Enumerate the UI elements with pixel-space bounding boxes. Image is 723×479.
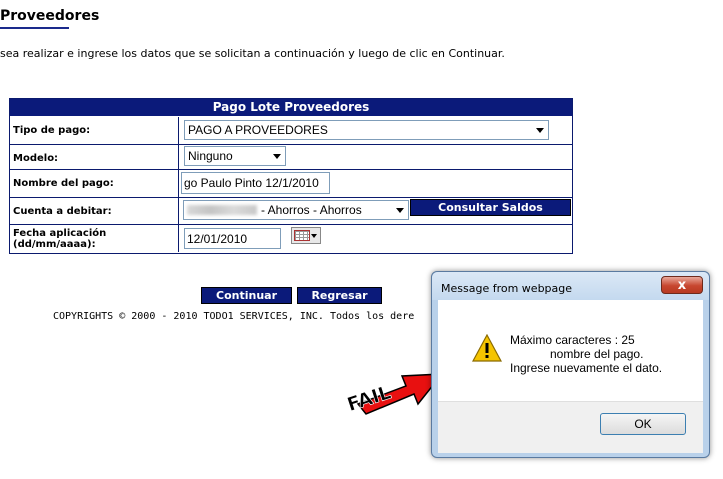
dialog-title: Message from webpage xyxy=(441,282,573,295)
cuenta-select[interactable]: - Ahorros - Ahorros xyxy=(183,200,409,220)
fecha-input[interactable]: 12/01/2010 xyxy=(184,228,281,249)
warning-icon xyxy=(472,334,502,362)
dialog-body: Máximo caracteres : 25 nombre del pago. … xyxy=(438,300,703,401)
close-icon: x xyxy=(677,277,687,293)
calendar-button[interactable] xyxy=(291,227,321,244)
ok-button[interactable]: OK xyxy=(600,413,686,435)
nombre-pago-label: Nombre del pago: xyxy=(10,170,179,197)
modelo-select[interactable]: Ninguno xyxy=(184,146,286,166)
cuenta-value: - Ahorros - Ahorros xyxy=(261,203,362,217)
payment-form: Pago Lote Proveedores Tipo de pago: PAGO… xyxy=(9,98,573,254)
fail-arrow-callout: FAIL xyxy=(344,373,444,416)
masked-account-number xyxy=(187,205,257,215)
tipo-pago-label: Tipo de pago: xyxy=(10,117,179,144)
form-row-cuenta: Cuenta a debitar: - Ahorros - Ahorros Co… xyxy=(10,198,572,225)
form-header: Pago Lote Proveedores xyxy=(10,99,572,116)
message-dialog: Message from webpage x Máximo caracteres… xyxy=(431,271,710,458)
form-row-modelo: Modelo: Ninguno xyxy=(10,145,572,172)
nombre-pago-input[interactable]: go Paulo Pinto 12/1/2010 xyxy=(181,172,330,194)
regresar-button[interactable]: Regresar xyxy=(297,287,382,304)
form-row-nombre-pago: Nombre del pago: go Paulo Pinto 12/1/201… xyxy=(10,170,572,197)
chevron-down-icon xyxy=(536,128,544,133)
dialog-message-line-3: Ingrese nuevamente el dato. xyxy=(510,361,663,375)
chevron-down-icon xyxy=(273,154,281,159)
calendar-icon xyxy=(294,230,310,241)
instructions-text: sea realizar e ingrese los datos que se … xyxy=(0,47,505,60)
consultar-saldos-button[interactable]: Consultar Saldos xyxy=(410,199,571,216)
dialog-message: Máximo caracteres : 25 nombre del pago. … xyxy=(510,333,662,375)
tipo-pago-value: PAGO A PROVEEDORES xyxy=(188,123,328,137)
page-title: Proveedores xyxy=(0,8,99,29)
dialog-message-line-1: Máximo caracteres : 25 xyxy=(510,333,635,347)
form-row-fecha: Fecha aplicación (dd/mm/aaaa): 12/01/201… xyxy=(10,225,572,252)
modelo-label: Modelo: xyxy=(10,145,179,172)
dialog-footer: OK xyxy=(438,401,703,453)
dialog-message-line-2: nombre del pago. xyxy=(510,347,644,361)
dialog-close-button[interactable]: x xyxy=(661,276,703,294)
dialog-titlebar[interactable]: Message from webpage x xyxy=(432,272,709,300)
modelo-value: Ninguno xyxy=(188,149,233,163)
chevron-down-icon xyxy=(311,234,317,238)
tipo-pago-select[interactable]: PAGO A PROVEEDORES xyxy=(184,120,549,140)
copyright-text: COPYRIGHTS © 2000 - 2010 TODO1 SERVICES,… xyxy=(53,311,415,322)
cuenta-label: Cuenta a debitar: xyxy=(10,198,179,225)
fecha-label: Fecha aplicación (dd/mm/aaaa): xyxy=(10,225,179,252)
continuar-button[interactable]: Continuar xyxy=(201,287,292,304)
form-row-tipo-pago: Tipo de pago: PAGO A PROVEEDORES xyxy=(10,117,572,144)
chevron-down-icon xyxy=(396,208,404,213)
